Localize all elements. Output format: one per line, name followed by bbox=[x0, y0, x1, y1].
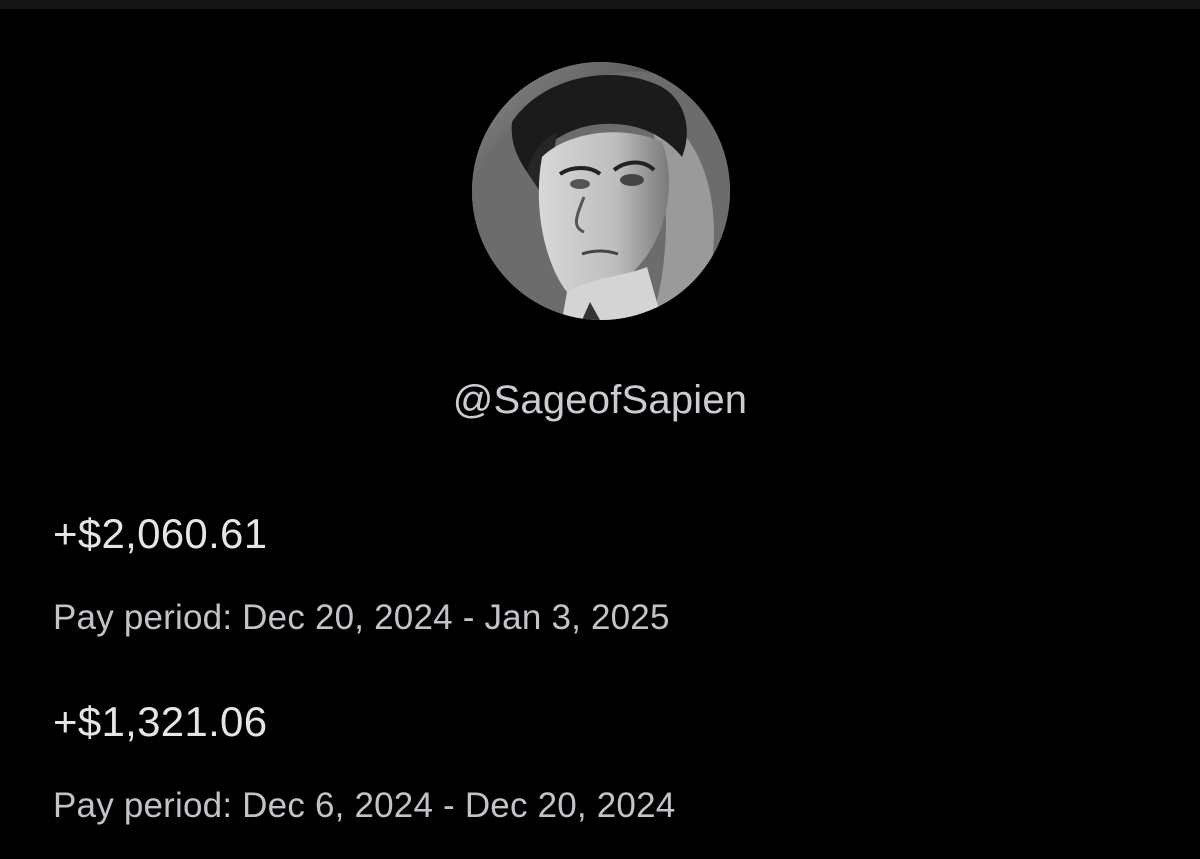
payout-screen: @SageofSapien +$2,060.61 Pay period: Dec… bbox=[0, 0, 1200, 859]
avatar-illustration-icon bbox=[472, 62, 730, 320]
payout-amount: +$2,060.61 bbox=[53, 510, 268, 557]
top-edge-divider bbox=[0, 0, 1200, 9]
payout-entry: +$2,060.61 Pay period: Dec 20, 2024 - Ja… bbox=[53, 509, 1153, 639]
payout-amount: +$1,321.06 bbox=[53, 698, 268, 745]
profile-avatar[interactable] bbox=[472, 62, 730, 320]
pay-period-label: Pay period: Dec 6, 2024 - Dec 20, 2024 bbox=[53, 786, 676, 825]
payout-entry: +$1,321.06 Pay period: Dec 6, 2024 - Dec… bbox=[53, 697, 1153, 827]
profile-handle[interactable]: @SageofSapien bbox=[0, 376, 1200, 424]
pay-period-label: Pay period: Dec 20, 2024 - Jan 3, 2025 bbox=[53, 598, 670, 637]
